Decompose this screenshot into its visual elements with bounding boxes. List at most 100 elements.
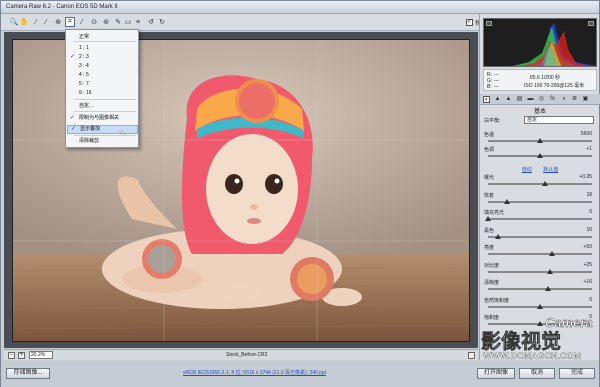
slider-track[interactable] — [488, 235, 592, 238]
camera-readout: R: --- G: --- B: --- f/5.6 1/200 秒 ISO 1… — [483, 69, 597, 91]
zoom-icon[interactable]: 🔍 — [9, 17, 19, 27]
crop-menu-item-label: 4 : 5 — [79, 72, 89, 78]
auto-default-links: 自动 默认值 — [480, 166, 600, 173]
slider-thumb[interactable] — [485, 216, 491, 221]
slider-thumb[interactable] — [549, 251, 556, 256]
tab-tone-curve-icon[interactable]: ▲ — [494, 96, 501, 103]
mouse-cursor-icon: ↖ — [119, 128, 126, 137]
slider-track[interactable] — [488, 218, 592, 220]
iso-lens: ISO 100 70-200@125 毫米 — [524, 83, 585, 89]
slider-thumb[interactable] — [537, 153, 543, 158]
slider-row: 对比度 +25 — [484, 262, 596, 277]
crop-menu-item-label: 清除裁剪 — [79, 138, 100, 144]
slider-value[interactable]: +25 — [584, 262, 592, 268]
slider-label: 恢复 — [484, 192, 495, 199]
white-balance-select[interactable]: 自定 — [524, 116, 594, 124]
color-sampler-icon[interactable]: ⁄ — [41, 17, 51, 27]
rotate-cw-icon[interactable]: ↻ — [157, 17, 167, 27]
tab-basic-icon[interactable]: ◐ — [483, 96, 490, 103]
slider-thumb[interactable] — [547, 268, 554, 274]
crop-menu-item[interactable]: ✓ 显示叠加 — [67, 125, 138, 134]
panel-title: 基本 — [533, 109, 546, 115]
slider-track[interactable] — [488, 253, 592, 255]
slider-row: 填充亮光 0 — [484, 209, 596, 224]
tab-camera-calibration-icon[interactable]: ◑ — [560, 96, 567, 103]
tab-snapshots-icon[interactable]: ▣ — [582, 96, 589, 103]
white-balance-icon[interactable]: ⁄ — [31, 17, 41, 27]
crop-menu-item[interactable]: ✓ 限制为与图像相关 — [67, 114, 138, 123]
slider-value[interactable]: 18 — [586, 192, 592, 198]
slider-label: 亮度 — [484, 245, 495, 251]
aperture-shutter: f/5.6 1/200 秒 — [530, 75, 561, 81]
slider-track[interactable] — [488, 288, 592, 290]
auto-link[interactable]: 自动 — [522, 167, 532, 173]
slider-label: 色温 — [484, 132, 495, 138]
crop-menu-item[interactable]: 3 : 4 — [67, 62, 138, 71]
slider-value[interactable]: +0.35 — [579, 174, 592, 180]
crop-menu-item-label: 5 : 7 — [79, 81, 89, 87]
hand-icon[interactable]: ✋ — [19, 17, 29, 27]
zoom-select[interactable]: 20.2% — [29, 351, 53, 359]
slider-thumb[interactable] — [542, 181, 549, 186]
adjustment-brush-icon[interactable]: ✎ — [113, 17, 123, 27]
slider-label: 黑色 — [484, 227, 495, 234]
tab-effects-icon[interactable]: fx — [549, 96, 556, 103]
slider-value[interactable]: 0 — [589, 209, 592, 215]
preferences-icon[interactable]: ≡ — [133, 17, 143, 27]
preview-check-box[interactable]: ✓ — [465, 19, 473, 26]
crop-menu-item[interactable]: ✓ 2 : 3 — [67, 53, 138, 62]
crop-menu-item-label: 正常 — [79, 34, 90, 40]
slider-value[interactable]: +16 — [584, 279, 592, 285]
slider-label: 自然饱和度 — [484, 297, 510, 304]
tab-lens-icon[interactable]: ◎ — [538, 96, 545, 103]
filmstrip-icon[interactable] — [468, 352, 475, 359]
tab-hsl-icon[interactable]: ▤ — [516, 96, 523, 103]
slider-thumb[interactable] — [545, 286, 552, 291]
slider-row: 黑色 10 — [484, 227, 596, 242]
slider-track[interactable] — [488, 270, 592, 273]
crop-menu-item[interactable]: 4 : 5 — [67, 71, 138, 80]
graduated-filter-icon[interactable]: ▭ — [123, 17, 133, 27]
crop-menu-item-label: 3 : 4 — [79, 63, 89, 69]
spot-removal-icon[interactable]: ⊙ — [89, 17, 99, 27]
straighten-icon[interactable]: ⁄ — [77, 17, 87, 27]
slider-thumb[interactable] — [537, 303, 543, 309]
crop-icon[interactable]: ⌗ — [65, 17, 75, 27]
crop-menu-item[interactable]: 自定... — [67, 102, 138, 111]
slider-thumb[interactable] — [503, 198, 510, 204]
slider-value[interactable]: +1 — [586, 146, 592, 152]
zoom-in-button[interactable]: + — [18, 352, 25, 359]
red-eye-icon[interactable]: ⊚ — [101, 17, 111, 27]
shadow-clipping-icon[interactable] — [486, 21, 492, 26]
zoom-out-button[interactable]: - — [8, 352, 15, 359]
crop-menu-item[interactable]: 1 : 1 — [67, 44, 138, 53]
checkmark-icon: ✓ — [71, 126, 77, 132]
bottom-bar: 存储图像... sRGB IEC61966-2.1; 8 位; 5616 x 3… — [1, 361, 599, 387]
slider-track[interactable] — [488, 183, 592, 185]
slider-thumb[interactable] — [537, 138, 543, 143]
tab-presets-icon[interactable]: ≣ — [571, 96, 578, 103]
slider-value[interactable]: +50 — [584, 244, 592, 250]
tab-detail-icon[interactable]: ▲ — [505, 96, 512, 103]
menu-separator — [74, 111, 136, 112]
done-button[interactable]: 完成 — [559, 368, 595, 379]
slider-value[interactable]: 10 — [586, 227, 592, 233]
rotate-ccw-icon[interactable]: ↺ — [146, 17, 156, 27]
slider-label: 清晰度 — [484, 280, 500, 286]
checkmark-icon: ✓ — [70, 115, 76, 121]
workflow-options-link[interactable]: sRGB IEC61966-2.1; 8 位; 5616 x 3744 (21.… — [183, 369, 326, 376]
slider-value[interactable]: 5600 — [581, 131, 592, 137]
tab-split-toning-icon[interactable]: ▬ — [527, 96, 534, 103]
crop-menu-item[interactable]: 9 : 16 — [67, 89, 138, 98]
cancel-button[interactable]: 取消 — [519, 368, 555, 379]
slider-value[interactable]: 0 — [589, 297, 592, 303]
highlight-clipping-icon[interactable] — [588, 21, 594, 26]
save-image-button[interactable]: 存储图像... — [6, 368, 50, 379]
targeted-adjust-icon[interactable]: ⊕ — [53, 17, 63, 27]
default-link[interactable]: 默认值 — [543, 167, 558, 173]
crop-menu-item[interactable]: 清除裁剪 — [67, 137, 138, 146]
open-image-button[interactable]: 打开图像 — [477, 368, 515, 379]
crop-menu-item[interactable]: 正常 — [67, 33, 138, 42]
slider-thumb[interactable] — [495, 233, 502, 239]
crop-menu-item[interactable]: 5 : 7 — [67, 80, 138, 89]
